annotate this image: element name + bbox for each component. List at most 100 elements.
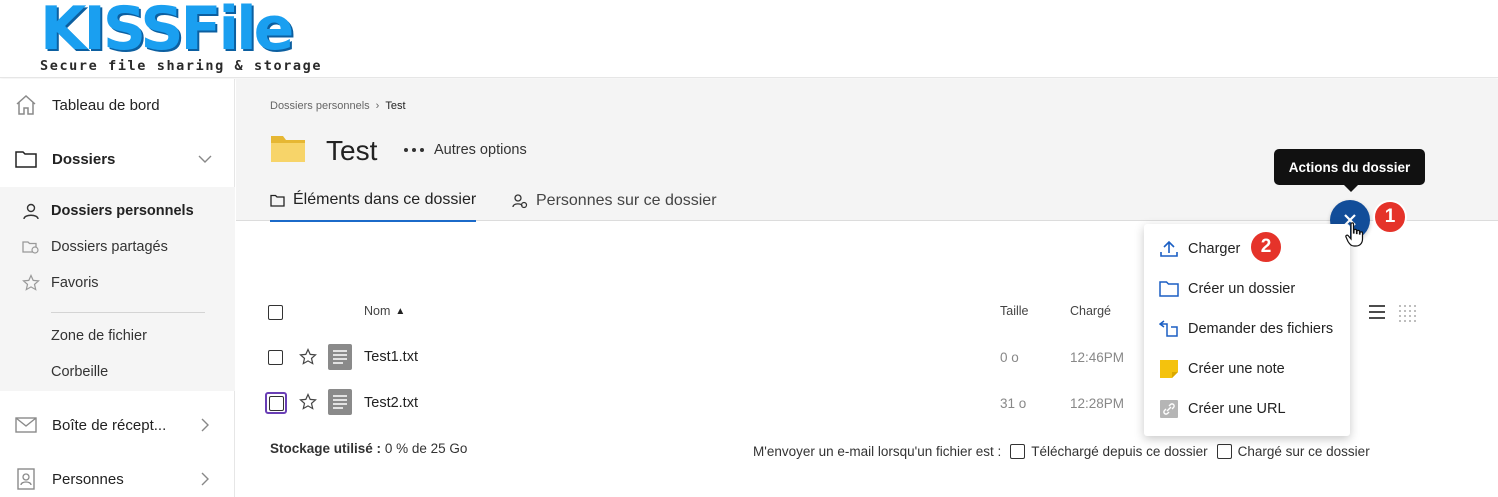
folder-large-icon	[271, 136, 305, 162]
breadcrumb-parent[interactable]: Dossiers personnels	[270, 100, 370, 112]
sidebar-item-label: Tableau de bord	[52, 96, 160, 114]
new-folder-icon	[1159, 281, 1179, 297]
breadcrumb-current: Test	[385, 100, 406, 112]
column-header-size[interactable]: Taille	[1000, 304, 1029, 318]
request-files-icon	[1159, 320, 1178, 337]
row-checkbox[interactable]	[268, 350, 283, 365]
sidebar-item-inbox[interactable]: Boîte de récept...	[0, 411, 235, 439]
hand-pointer-cursor-icon	[1345, 222, 1364, 247]
notify-downloaded-label: Téléchargé depuis ce dossier	[1031, 444, 1208, 459]
row-checkbox[interactable]	[265, 392, 287, 414]
person-icon	[23, 203, 39, 220]
people-settings-icon	[512, 194, 528, 209]
tab-label: Éléments dans ce dossier	[293, 191, 477, 208]
logo-text: KISSFile	[40, 0, 294, 64]
star-icon[interactable]	[299, 348, 317, 366]
sidebar-item-label: Favoris	[51, 275, 99, 291]
more-options-label: Autres options	[434, 142, 527, 158]
kissfile-logo[interactable]: KISSFile Secure file sharing & storage	[38, 0, 328, 76]
tab-folder-items[interactable]: Éléments dans ce dossier	[270, 188, 477, 222]
sidebar-item-file-zone[interactable]: Zone de fichier	[0, 318, 235, 354]
person-card-icon	[17, 468, 35, 490]
file-uploaded-time: 12:46PM	[1070, 350, 1125, 365]
notify-uploaded-label: Chargé sur ce dossier	[1237, 444, 1370, 459]
menu-item-create-note[interactable]: Créer une note	[1144, 349, 1350, 389]
select-all-checkbox[interactable]	[268, 305, 283, 320]
folder-actions-menu: Charger Créer un dossier Demander des fi…	[1144, 224, 1350, 436]
page-title: Test	[326, 135, 378, 166]
chevron-down-icon[interactable]	[198, 152, 212, 166]
app-header: KISSFile Secure file sharing & storage	[0, 0, 1498, 78]
step-badge-2: 2	[1249, 230, 1283, 264]
column-header-name[interactable]: Nom ▲	[364, 304, 405, 318]
notify-label: M'envoyer un e-mail lorsqu'un fichier es…	[753, 444, 1002, 459]
notify-downloaded-checkbox[interactable]	[1010, 444, 1026, 459]
star-icon[interactable]	[299, 393, 317, 411]
file-size: 31 o	[1000, 396, 1027, 411]
email-notify-options: M'envoyer un e-mail lorsqu'un fichier es…	[753, 444, 1370, 459]
folders-submenu: Dossiers personnels Dossiers partagés Fa…	[0, 187, 235, 391]
chevron-right-icon[interactable]	[198, 472, 212, 486]
sidebar-item-label: Corbeille	[51, 364, 109, 380]
star-icon	[22, 274, 40, 291]
step-badge-1: 1	[1373, 200, 1407, 234]
more-dots-icon	[404, 148, 424, 152]
menu-item-request-files[interactable]: Demander des fichiers	[1144, 309, 1350, 349]
sidebar-item-favorites[interactable]: Favoris	[0, 265, 235, 301]
file-name[interactable]: Test1.txt	[364, 349, 418, 365]
sort-ascending-icon: ▲	[395, 305, 406, 317]
file-size: 0 o	[1000, 350, 1019, 365]
grid-view-icon[interactable]	[1398, 304, 1416, 322]
text-file-icon	[328, 389, 352, 415]
sidebar-item-label: Dossiers personnels	[51, 203, 194, 219]
folder-outline-icon	[270, 194, 285, 207]
submenu-divider	[51, 312, 205, 313]
sidebar-item-label: Dossiers	[52, 150, 116, 168]
column-header-uploaded[interactable]: Chargé	[1070, 304, 1111, 318]
notify-uploaded-option[interactable]: Chargé sur ce dossier	[1216, 444, 1370, 459]
menu-item-upload[interactable]: Charger	[1144, 229, 1350, 269]
sidebar-item-dashboard[interactable]: Tableau de bord	[0, 91, 235, 119]
menu-item-label: Créer une note	[1188, 361, 1285, 377]
home-icon	[16, 94, 36, 115]
folder-icon	[15, 151, 37, 168]
shared-folder-icon	[22, 241, 39, 254]
breadcrumb-separator: ›	[375, 100, 380, 112]
storage-usage: Stockage utilisé : 0 % de 25 Go	[270, 441, 467, 456]
text-file-icon	[328, 344, 352, 370]
sidebar-item-label: Personnes	[52, 470, 124, 488]
more-options-button[interactable]: Autres options	[404, 142, 527, 158]
notify-downloaded-option[interactable]: Téléchargé depuis ce dossier	[1010, 444, 1208, 459]
sidebar-item-label: Zone de fichier	[51, 328, 147, 344]
sidebar-item-shared-folders[interactable]: Dossiers partagés	[0, 229, 235, 265]
sidebar-item-label: Boîte de récept...	[52, 416, 167, 434]
column-name-label: Nom	[364, 304, 391, 318]
sidebar: Tableau de bord Dossiers Dossiers person…	[0, 79, 235, 497]
notify-uploaded-checkbox[interactable]	[1216, 444, 1232, 459]
chevron-right-icon[interactable]	[198, 418, 212, 432]
sidebar-item-people[interactable]: Personnes	[0, 465, 235, 493]
tab-folder-people[interactable]: Personnes sur ce dossier	[512, 188, 717, 222]
list-view-icon[interactable]	[1369, 304, 1385, 320]
menu-item-label: Demander des fichiers	[1188, 321, 1334, 337]
file-name[interactable]: Test2.txt	[364, 395, 418, 411]
upload-icon	[1160, 240, 1178, 257]
sidebar-item-folders[interactable]: Dossiers	[0, 145, 235, 173]
url-link-icon	[1160, 400, 1178, 418]
logo-tagline: Secure file sharing & storage	[40, 58, 323, 74]
menu-item-label: Créer une URL	[1188, 401, 1286, 417]
breadcrumb: Dossiers personnels › Test	[270, 100, 406, 112]
sidebar-item-label: Dossiers partagés	[51, 239, 168, 255]
menu-item-create-url[interactable]: Créer une URL	[1144, 389, 1350, 429]
storage-label: Stockage utilisé :	[270, 441, 382, 456]
menu-item-create-folder[interactable]: Créer un dossier	[1144, 269, 1350, 309]
storage-value: 0 % de 25 Go	[384, 441, 468, 456]
menu-item-label: Créer un dossier	[1188, 281, 1296, 297]
file-uploaded-time: 12:28PM	[1070, 396, 1125, 411]
folder-actions-tooltip: Actions du dossier	[1274, 149, 1425, 192]
sidebar-item-trash[interactable]: Corbeille	[0, 354, 235, 390]
sidebar-item-personal-folders[interactable]: Dossiers personnels	[0, 193, 235, 229]
note-icon	[1160, 360, 1178, 378]
tab-label: Personnes sur ce dossier	[536, 192, 717, 209]
mail-icon	[15, 417, 37, 433]
